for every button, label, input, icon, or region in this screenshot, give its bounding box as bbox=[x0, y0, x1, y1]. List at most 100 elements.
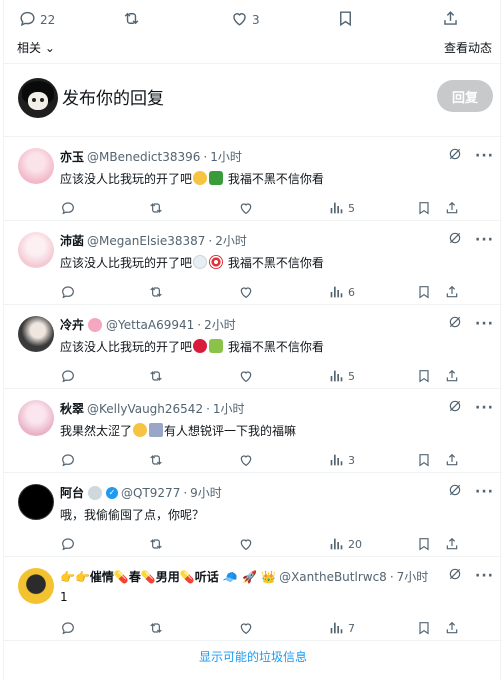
avatar[interactable] bbox=[18, 232, 54, 268]
like-action[interactable] bbox=[238, 200, 254, 216]
views-action[interactable]: 5 bbox=[328, 200, 355, 216]
bookmark-action[interactable] bbox=[416, 368, 432, 384]
reply-item[interactable]: 阿台 ✓ @QT9277 · 9小时 ··· 哦，我偷偷囤了点，你呢？ 20 bbox=[4, 480, 502, 564]
bookmark-action[interactable] bbox=[336, 8, 355, 32]
user-name[interactable]: 秋翠 bbox=[60, 400, 84, 417]
grok-icon[interactable] bbox=[447, 482, 463, 502]
repost-action[interactable] bbox=[148, 620, 164, 636]
user-handle[interactable]: @MBenedict38396 bbox=[87, 150, 200, 164]
reply-button[interactable]: 回复 bbox=[437, 80, 493, 112]
like-action[interactable] bbox=[238, 368, 254, 384]
reply-item[interactable]: 秋翠 @KellyVaugh26542 · 1小时 ··· 我果然太涩了 有人想锐… bbox=[4, 396, 502, 480]
user-handle[interactable]: @XantheButlrwc8 bbox=[279, 570, 387, 584]
more-icon[interactable]: ··· bbox=[475, 317, 494, 331]
share-action[interactable] bbox=[444, 452, 460, 468]
share-action[interactable] bbox=[444, 536, 460, 552]
reply-item[interactable]: 👉👉催情💊春💊男用💊听话 🧢 🚀 👑 @XantheButlrwc8 · 7小时… bbox=[4, 564, 502, 648]
user-handle[interactable]: @MeganElsie38387 bbox=[87, 234, 205, 248]
grok-icon[interactable] bbox=[447, 230, 463, 250]
grok-icon[interactable] bbox=[447, 314, 463, 334]
user-handle[interactable]: @KellyVaugh26542 bbox=[87, 402, 203, 416]
timestamp[interactable]: 1小时 bbox=[210, 148, 242, 165]
avatar[interactable] bbox=[18, 78, 58, 118]
reply-item[interactable]: 冷卉 @YettaA69941 · 2小时 ··· 应该没人比我玩的开了吧 我福… bbox=[4, 312, 502, 396]
avatar[interactable] bbox=[18, 148, 54, 184]
more-icon[interactable]: ··· bbox=[475, 233, 494, 247]
like-action[interactable] bbox=[238, 620, 254, 636]
more-icon[interactable]: ··· bbox=[475, 149, 494, 163]
repost-action[interactable] bbox=[148, 200, 164, 216]
bookmark-action[interactable] bbox=[416, 452, 432, 468]
more-icon[interactable]: ··· bbox=[475, 485, 494, 499]
divider bbox=[4, 472, 502, 473]
divider bbox=[4, 304, 502, 305]
share-action[interactable] bbox=[444, 200, 460, 216]
reply-action[interactable] bbox=[60, 620, 76, 636]
grok-icon[interactable] bbox=[447, 398, 463, 418]
bookmark-action[interactable] bbox=[416, 536, 432, 552]
grok-icon[interactable] bbox=[447, 146, 463, 166]
timestamp[interactable]: 7小时 bbox=[397, 568, 429, 585]
user-name[interactable]: 阿台 bbox=[60, 484, 84, 501]
balloon-emoji-icon bbox=[193, 339, 208, 353]
user-handle[interactable]: @YettaA69941 bbox=[106, 318, 194, 332]
user-handle[interactable]: @QT9277 bbox=[121, 486, 180, 500]
avatar[interactable] bbox=[18, 400, 54, 436]
avatar[interactable] bbox=[18, 568, 54, 604]
repost-action[interactable] bbox=[148, 368, 164, 384]
views-action[interactable]: 5 bbox=[328, 368, 355, 384]
views-action[interactable]: 7 bbox=[328, 620, 355, 636]
reply-action[interactable]: 22 bbox=[18, 8, 55, 32]
timestamp[interactable]: 2小时 bbox=[215, 232, 247, 249]
bookmark-action[interactable] bbox=[416, 284, 432, 300]
reply-action[interactable] bbox=[60, 200, 76, 216]
bookmark-action[interactable] bbox=[416, 620, 432, 636]
grok-icon[interactable] bbox=[447, 566, 463, 586]
share-action[interactable] bbox=[444, 284, 460, 300]
like-action[interactable] bbox=[238, 452, 254, 468]
share-action[interactable] bbox=[444, 368, 460, 384]
timestamp[interactable]: 9小时 bbox=[190, 484, 222, 501]
avatar[interactable] bbox=[18, 484, 54, 520]
user-name[interactable]: 冷卉 bbox=[60, 316, 84, 333]
repost-action[interactable] bbox=[148, 452, 164, 468]
bookmark-action[interactable] bbox=[416, 200, 432, 216]
reply-text: 应该没人比我玩的开了吧 我福不黑不信你看 bbox=[60, 338, 324, 355]
like-action[interactable] bbox=[238, 536, 254, 552]
repost-action[interactable] bbox=[148, 284, 164, 300]
reply-count: 22 bbox=[40, 13, 56, 27]
reply-item[interactable]: 亦玉 @MBenedict38396 · 1小时 ··· 应该没人比我玩的开了吧… bbox=[4, 144, 502, 228]
user-name[interactable]: 亦玉 bbox=[60, 148, 84, 165]
reply-icon bbox=[18, 9, 37, 31]
views-action[interactable]: 20 bbox=[328, 536, 362, 552]
links-row: 相关 ⌄ 查看动态 bbox=[4, 38, 502, 58]
reply-action[interactable] bbox=[60, 284, 76, 300]
reply-action[interactable] bbox=[60, 452, 76, 468]
share-action[interactable] bbox=[444, 620, 460, 636]
like-action[interactable] bbox=[238, 284, 254, 300]
reply-action[interactable] bbox=[60, 368, 76, 384]
views-action[interactable]: 6 bbox=[328, 284, 355, 300]
user-name[interactable]: 👉👉催情💊春💊男用💊听话 🧢 🚀 👑 bbox=[60, 568, 276, 585]
share-action[interactable] bbox=[441, 8, 460, 32]
bookmark-icon bbox=[336, 9, 355, 31]
reply-input[interactable]: 发布你的回复 bbox=[62, 84, 164, 109]
repost-action[interactable] bbox=[122, 8, 141, 32]
more-icon[interactable]: ··· bbox=[475, 401, 494, 415]
related-dropdown[interactable]: 相关 ⌄ bbox=[17, 39, 55, 56]
timestamp[interactable]: 2小时 bbox=[204, 316, 236, 333]
repost-action[interactable] bbox=[148, 536, 164, 552]
view-activity-link[interactable]: 查看动态 bbox=[444, 39, 492, 56]
views-action[interactable]: 3 bbox=[328, 452, 355, 468]
reply-item[interactable]: 沛菡 @MeganElsie38387 · 2小时 ··· 应该没人比我玩的开了… bbox=[4, 228, 502, 312]
reply-header: 👉👉催情💊春💊男用💊听话 🧢 🚀 👑 @XantheButlrwc8 · 7小时 bbox=[60, 568, 429, 585]
timestamp[interactable]: 1小时 bbox=[213, 400, 245, 417]
show-spam-link[interactable]: 显示可能的垃圾信息 bbox=[4, 648, 502, 665]
user-name[interactable]: 沛菡 bbox=[60, 232, 84, 249]
avatar[interactable] bbox=[18, 316, 54, 352]
conversation-panel: 22 3 相关 ⌄ 查看动态 发布你的回复 回复 亦玉 @MBenedict38… bbox=[3, 0, 502, 680]
reply-action[interactable] bbox=[60, 536, 76, 552]
more-icon[interactable]: ··· bbox=[475, 569, 494, 583]
like-action[interactable]: 3 bbox=[230, 8, 260, 32]
divider bbox=[4, 136, 502, 137]
